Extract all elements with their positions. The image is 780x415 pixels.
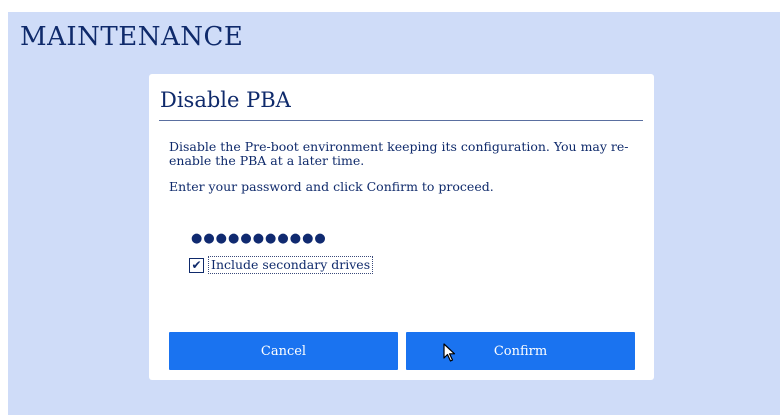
include-secondary-drives-option[interactable]: ✔ Include secondary drives xyxy=(189,255,374,275)
cancel-button[interactable]: Cancel xyxy=(169,332,398,370)
maintenance-screen: MAINTENANCE Disable PBA Disable the Pre-… xyxy=(8,12,780,415)
title-divider xyxy=(159,120,643,121)
dialog-instruction: Enter your password and click Confirm to… xyxy=(169,179,494,194)
check-icon: ✔ xyxy=(191,258,202,272)
mouse-pointer-icon xyxy=(443,343,456,362)
page-title: MAINTENANCE xyxy=(20,22,244,52)
include-secondary-drives-checkbox[interactable]: ✔ xyxy=(189,257,204,273)
dialog-title: Disable PBA xyxy=(160,88,291,112)
confirm-button[interactable]: Confirm xyxy=(406,332,635,370)
include-secondary-drives-label[interactable]: Include secondary drives xyxy=(208,256,374,274)
password-input[interactable]: ●●●●●●●●●●● xyxy=(191,232,391,246)
disable-pba-dialog: Disable PBA Disable the Pre-boot environ… xyxy=(149,74,654,380)
dialog-message: Disable the Pre-boot environment keeping… xyxy=(169,139,629,168)
